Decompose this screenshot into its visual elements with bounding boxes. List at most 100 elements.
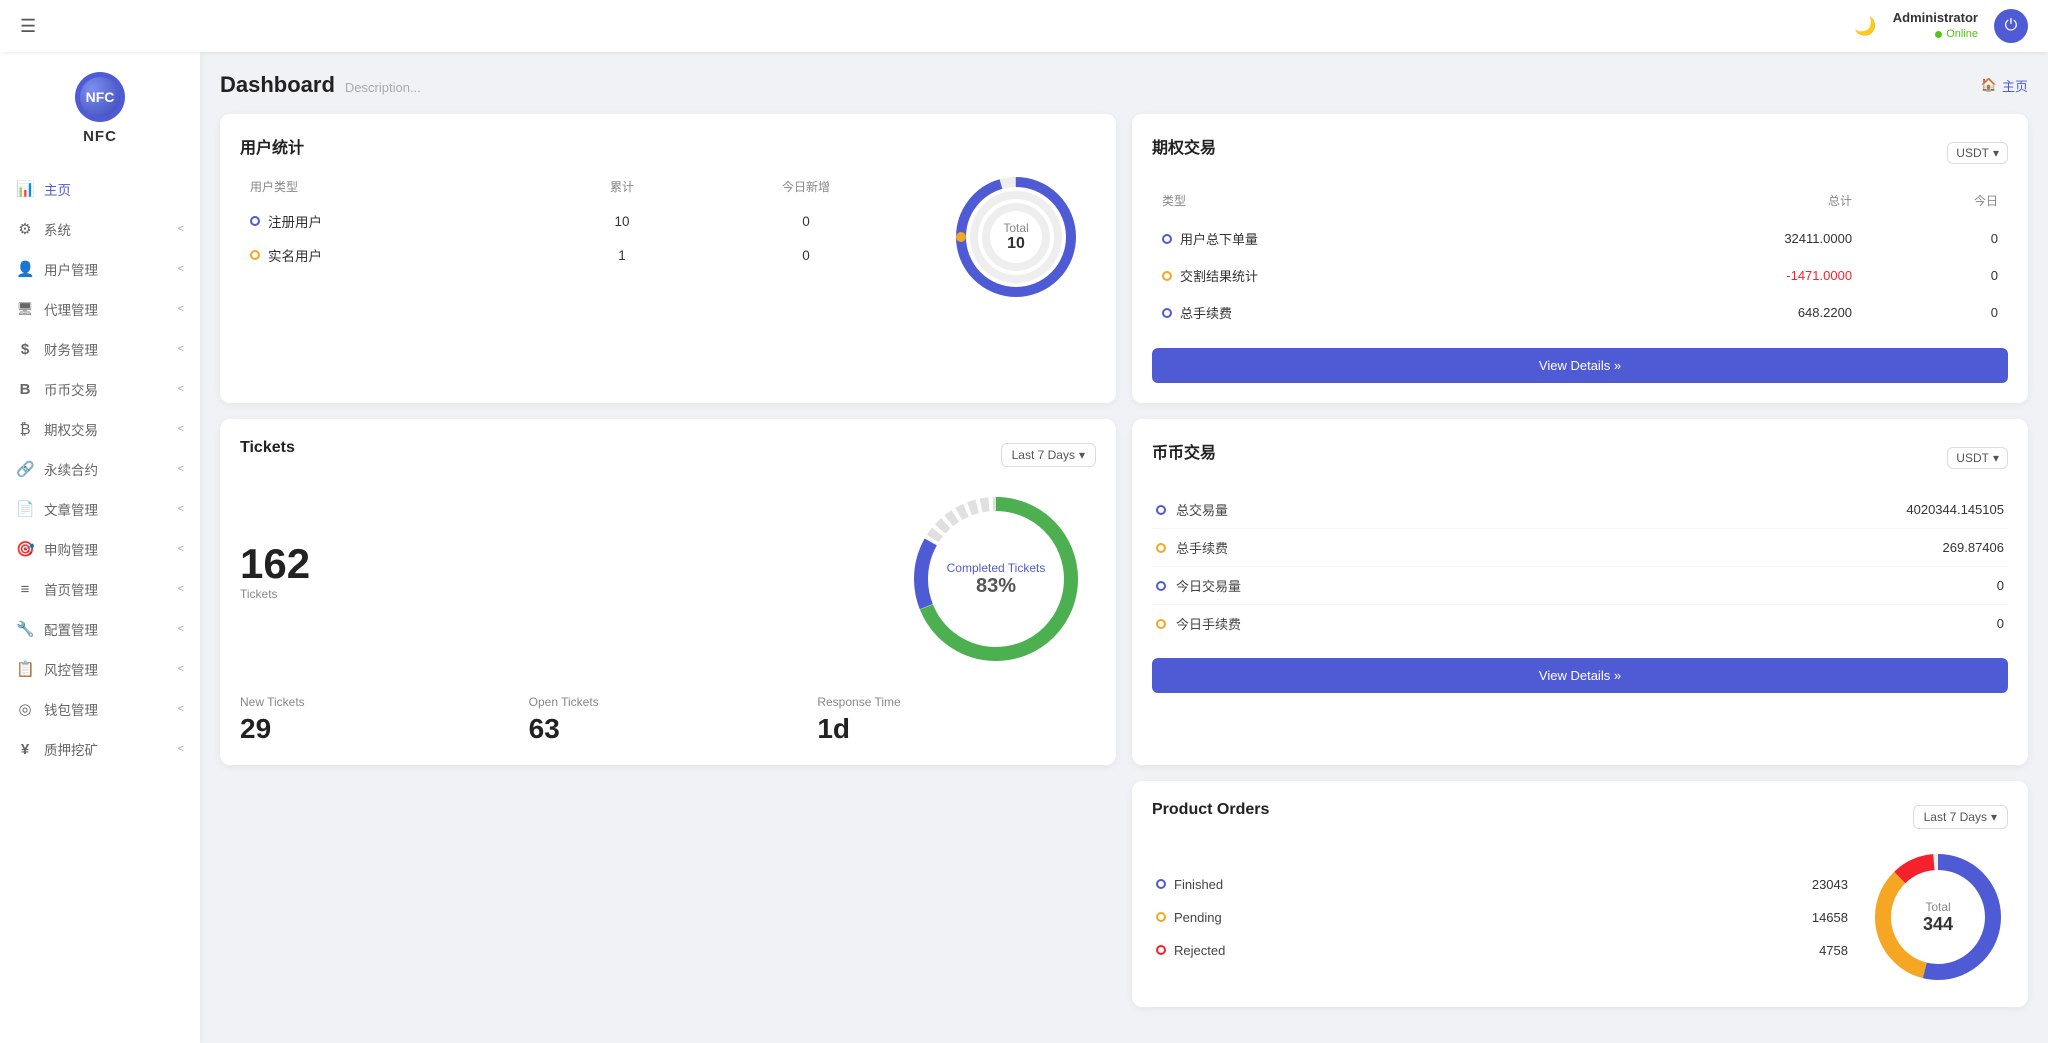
chevron-icon: < [178,423,184,435]
layout: NFC NFC 📊 主页 ⚙ 系统 < 👤 用户管理 < 🖥 代理管理 < $ … [0,52,2048,1043]
options-currency-select[interactable]: USDT ▾ [1947,142,2008,164]
product-orders-header: Product Orders Last 7 Days ▾ [1152,801,2008,833]
chevron-icon: < [178,303,184,315]
tickets-inner: 162 Tickets [240,479,1096,679]
list-item: 今日交易量 0 [1152,567,2008,605]
tickets-time-filter[interactable]: Last 7 Days ▾ [1001,443,1096,467]
total-num: 10 [1003,235,1028,253]
dot-blue-icon [1156,581,1166,591]
power-button[interactable]: ⏻ [1994,9,2028,43]
sidebar-item-options-trade[interactable]: ₿ 期权交易 < [0,409,200,449]
options-today-3: 0 [1862,295,2006,330]
dot-orange-icon [1156,619,1166,629]
user-stats-inner: 用户类型 累计 今日新增 注册 [240,172,1096,302]
sidebar-item-risk-mgmt[interactable]: 📋 风控管理 < [0,649,200,689]
product-orders-inner: Finished 23043 Pending 14658 [1152,847,2008,987]
sidebar-label-mining: 质押挖矿 [44,739,178,759]
sidebar-label-wallet: 钱包管理 [44,699,178,719]
product-orders-title: Product Orders [1152,801,1269,819]
table-row: 用户总下单量 32411.0000 0 [1154,221,2006,256]
main-content: Dashboard Description... 🏠 主页 用户统计 [200,52,2048,1043]
user-stats-left: 用户类型 累计 今日新增 注册 [240,172,920,302]
coin-stat-today-volume-label: 今日交易量 [1176,576,1997,595]
tickets-stat-response: Response Time 1d [817,695,1096,745]
sidebar-item-wallet-mgmt[interactable]: ◎ 钱包管理 < [0,689,200,729]
sidebar-item-coin-trade[interactable]: B 币币交易 < [0,369,200,409]
sidebar-label-perpetual: 永续合约 [44,459,178,479]
list-item: 今日手续费 0 [1152,605,2008,642]
dot-blue-icon [1156,879,1166,889]
coin-stat-today-fee-val: 0 [1997,616,2004,631]
dot-blue-icon [250,216,260,226]
sidebar-item-system[interactable]: ⚙ 系统 < [0,209,200,249]
options-title: 期权交易 [1152,134,1216,158]
options-row-label: 交割结果统计 [1180,266,1258,285]
dark-mode-icon[interactable]: 🌙 [1854,16,1876,37]
sidebar-label-risk: 风控管理 [44,659,178,679]
user-type-registered: 注册用户 [268,211,322,231]
list-item: Pending 14658 [1152,901,1852,934]
finished-val: 23043 [1812,877,1848,892]
sidebar-label-finance: 财务管理 [44,339,178,359]
sidebar-item-perpetual[interactable]: 🔗 永续合约 < [0,449,200,489]
home-breadcrumb-link[interactable]: 🏠 主页 [1981,76,2028,95]
registered-today: 0 [694,205,918,237]
dot-orange-icon [250,250,260,260]
agent-mgmt-icon: 🖥 [16,301,34,317]
coin-stat-total-volume-val: 4020344.145105 [1906,502,2004,517]
sidebar-item-user-mgmt[interactable]: 👤 用户管理 < [0,249,200,289]
chevron-icon: < [178,463,184,475]
sidebar-label-homepage: 首页管理 [44,579,178,599]
product-donut-center: Total 344 [1923,900,1953,935]
sidebar-item-subscription[interactable]: 🎯 申购管理 < [0,529,200,569]
options-col-total: 总计 [1559,188,1860,219]
coin-currency-select[interactable]: USDT ▾ [1947,447,2008,469]
sidebar-item-home[interactable]: 📊 主页 [0,169,200,209]
sidebar-label-config: 配置管理 [44,619,178,639]
chevron-icon: < [178,743,184,755]
new-tickets-label: New Tickets [240,695,519,709]
options-total-2: -1471.0000 [1559,258,1860,293]
coin-stat-total-volume-label: 总交易量 [1176,500,1906,519]
table-row: 实名用户 1 0 [242,239,918,271]
options-total-1: 32411.0000 [1559,221,1860,256]
sidebar-item-homepage-mgmt[interactable]: ≡ 首页管理 < [0,569,200,609]
product-orders-filter-label: Last 7 Days [1924,810,1987,824]
product-orders-time-filter[interactable]: Last 7 Days ▾ [1913,805,2008,829]
response-time-val: 1d [817,713,1096,745]
user-mgmt-icon: 👤 [16,260,34,278]
menu-hamburger-icon[interactable]: ☰ [20,16,36,37]
tickets-left: 162 Tickets [240,541,876,617]
user-stats-card: 用户统计 用户类型 累计 今日新增 [220,114,1116,403]
coin-stats: 总交易量 4020344.145105 总手续费 269.87406 今日交易量… [1152,491,2008,642]
options-total-3: 648.2200 [1559,295,1860,330]
chevron-icon: < [178,383,184,395]
product-orders-list: Finished 23043 Pending 14658 [1152,868,1852,967]
status-dot [1935,31,1942,38]
sidebar-item-article-mgmt[interactable]: 📄 文章管理 < [0,489,200,529]
tickets-completed-label: Completed Tickets [947,561,1046,575]
options-view-details-button[interactable]: View Details » [1152,348,2008,383]
options-trading-card: 期权交易 USDT ▾ 类型 总计 今日 [1132,114,2028,403]
user-name: Administrator [1893,10,1978,27]
dot-blue-icon [1156,505,1166,515]
options-row-label: 用户总下单量 [1180,229,1258,248]
sidebar-item-agent-mgmt[interactable]: 🖥 代理管理 < [0,289,200,329]
sidebar-item-config-mgmt[interactable]: 🔧 配置管理 < [0,609,200,649]
sidebar-item-mining[interactable]: ¥ 质押挖矿 < [0,729,200,769]
user-donut-chart: Total 10 [936,172,1096,302]
user-info: Administrator Online [1893,10,1978,41]
pending-val: 14658 [1812,910,1848,925]
new-tickets-val: 29 [240,713,519,745]
page-title: Dashboard [220,72,335,98]
sidebar-item-finance-mgmt[interactable]: $ 财务管理 < [0,329,200,369]
tickets-donut-center: Completed Tickets 83% [947,561,1046,598]
user-donut-container: Total 10 [951,172,1081,302]
top-bar-right: 🌙 Administrator Online ⏻ [1854,9,2028,43]
page-description: Description... [345,80,421,95]
coin-view-details-button[interactable]: View Details » [1152,658,2008,693]
product-total-label: Total [1923,900,1953,914]
dot-icon [1162,308,1172,318]
chevron-icon: < [178,623,184,635]
product-orders-card: Product Orders Last 7 Days ▾ Finished [1132,781,2028,1007]
